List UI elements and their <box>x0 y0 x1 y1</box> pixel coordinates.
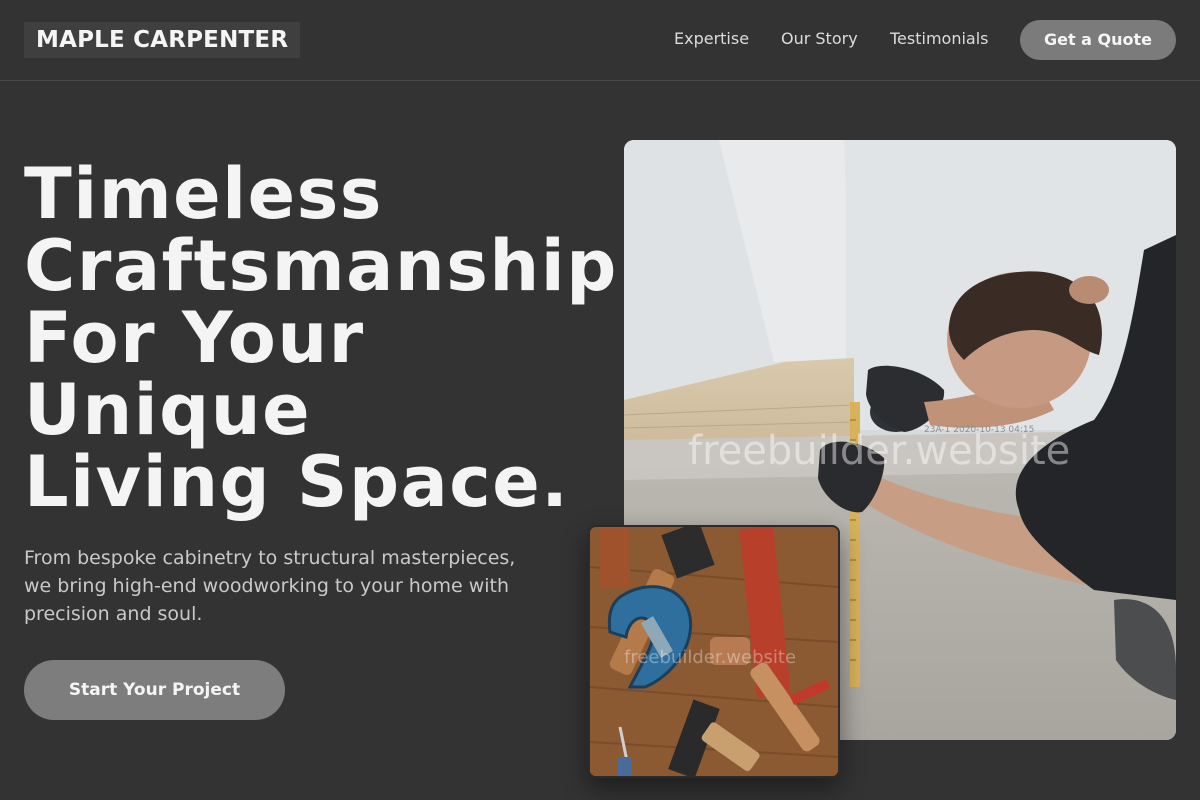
image-watermark: freebuilder.website <box>688 428 1071 474</box>
start-project-button[interactable]: Start Your Project <box>24 660 285 720</box>
nav-link-testimonials[interactable]: Testimonials <box>890 29 989 49</box>
image-watermark-small: freebuilder.website <box>624 647 797 668</box>
hero-subtitle: From bespoke cabinetry to structural mas… <box>24 547 516 625</box>
nav-link-our-story[interactable]: Our Story <box>781 29 858 49</box>
brand-logo[interactable]: MAPLE CARPENTER <box>24 22 301 58</box>
hero-title: Timeless Craftsmanship For Your Unique L… <box>24 153 618 523</box>
site-header: MAPLE CARPENTER Expertise Our Story Test… <box>0 0 1200 81</box>
get-quote-button[interactable]: Get a Quote <box>1020 20 1176 60</box>
tools-photo: freebuilder.website <box>588 525 840 778</box>
nav-link-expertise[interactable]: Expertise <box>674 29 749 49</box>
